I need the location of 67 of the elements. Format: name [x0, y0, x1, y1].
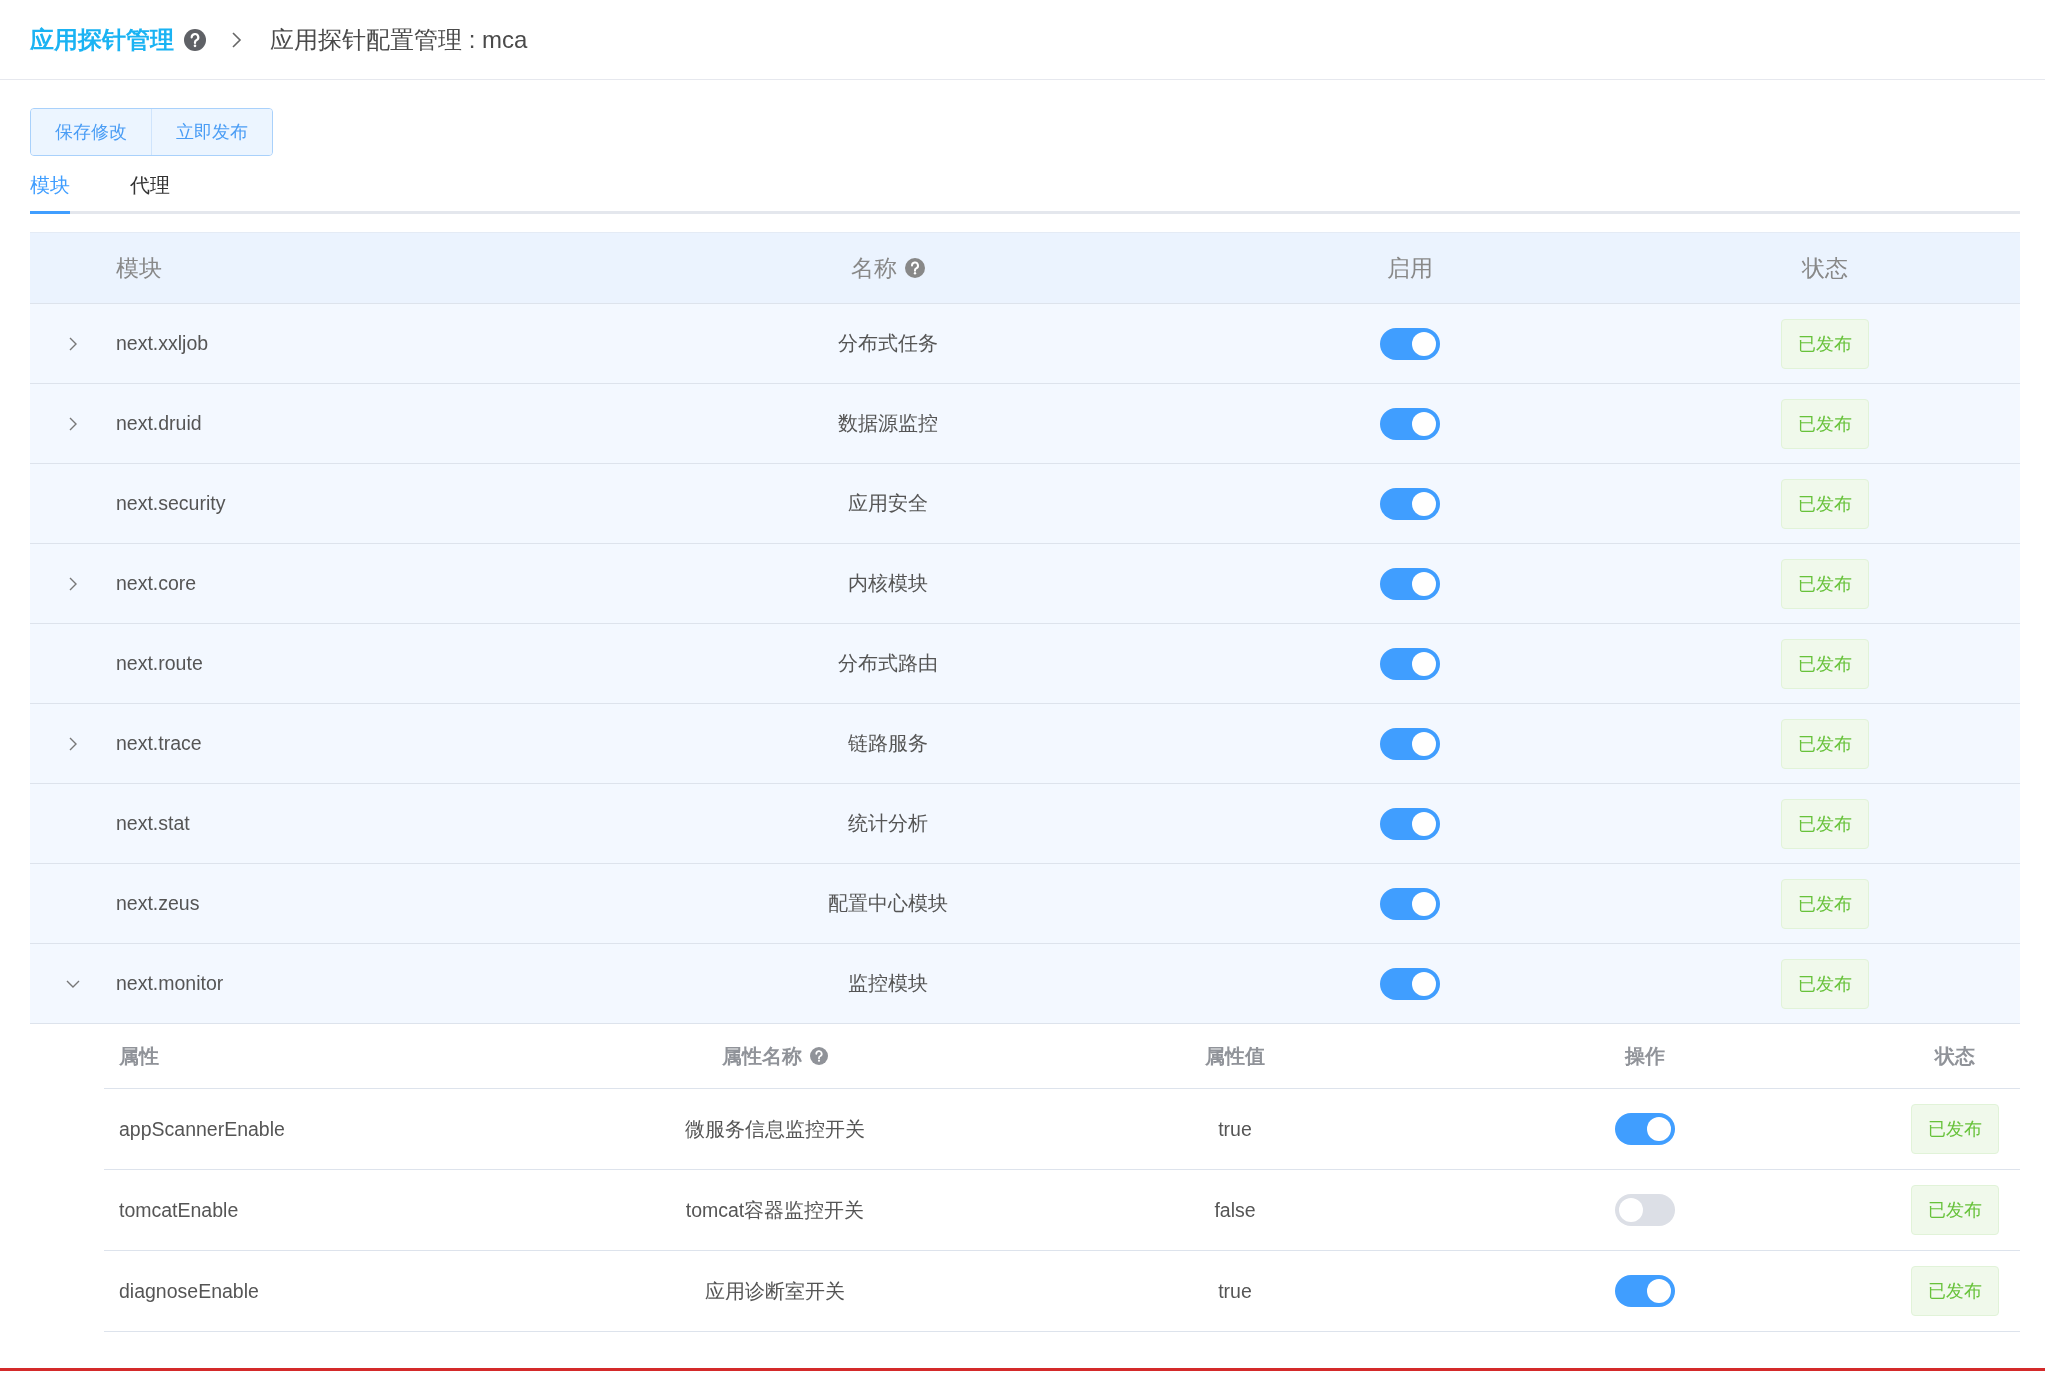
status-tag: 已发布 [1781, 718, 1869, 769]
table-cell: true [1218, 1117, 1252, 1141]
column-header: 操作 [1625, 1043, 1665, 1069]
toggle-switch[interactable] [1380, 887, 1440, 920]
status-tag: 已发布 [1781, 958, 1869, 1009]
toggle-switch[interactable] [1380, 967, 1440, 1000]
toggle-switch[interactable] [1380, 487, 1440, 520]
table-cell: next.route [116, 652, 203, 675]
status-tag: 已发布 [1781, 398, 1869, 449]
toggle-switch[interactable] [1380, 807, 1440, 840]
column-header: 属性 [119, 1043, 159, 1069]
status-tag: 已发布 [1911, 1185, 1999, 1235]
toggle-switch[interactable] [1380, 327, 1440, 360]
table-cell: appScannerEnable [119, 1117, 285, 1141]
table-cell-text: 链路服务 [848, 731, 928, 756]
status-tag: 已发布 [1911, 1104, 1999, 1154]
table-cell-text: 分布式路由 [838, 651, 938, 676]
table-cell: false [1214, 1198, 1256, 1222]
table-cell-text: 配置中心模块 [828, 891, 948, 916]
column-header: 属性值 [1205, 1043, 1265, 1069]
column-header: 启用 [1387, 253, 1433, 283]
toggle-switch[interactable] [1380, 647, 1440, 680]
table-cell: diagnoseEnable [119, 1279, 259, 1303]
status-tag: 已发布 [1781, 478, 1869, 529]
table-cell: true [1218, 1279, 1252, 1303]
toggle-switch[interactable] [1615, 1275, 1675, 1307]
table-cell-text: 应用安全 [848, 491, 928, 516]
toggle-switch[interactable] [1380, 727, 1440, 760]
table-cell: next.zeus [116, 892, 200, 915]
table-cell-text: 微服务信息监控开关 [685, 1116, 865, 1142]
status-tag: 已发布 [1781, 798, 1869, 849]
action-button[interactable]: 立即发布 [151, 109, 272, 155]
table-cell: next.security [116, 492, 226, 515]
table-cell-text: 应用诊断室开关 [705, 1278, 845, 1304]
breadcrumb-link[interactable]: 应用探针管理 [30, 23, 174, 56]
tab[interactable]: 代理 [130, 172, 170, 214]
table-cell: next.trace [116, 732, 202, 755]
status-tag: 已发布 [1781, 878, 1869, 929]
table-cell-text: 分布式任务 [838, 331, 938, 356]
table-cell-text: 数据源监控 [838, 411, 938, 436]
toggle-switch[interactable] [1380, 407, 1440, 440]
status-tag: 已发布 [1911, 1266, 1999, 1316]
page-title: 应用探针配置管理 : mca [270, 24, 528, 55]
tab[interactable]: 模块 [30, 172, 70, 214]
column-header: 状态 [1802, 253, 1848, 283]
column-header: 模块 [116, 253, 162, 283]
column-header: 属性名称 [722, 1043, 802, 1069]
column-header: 名称 [851, 253, 897, 283]
table-cell-text: tomcat容器监控开关 [685, 1197, 865, 1223]
help-icon [184, 28, 206, 51]
toggle-switch[interactable] [1380, 567, 1440, 600]
table-cell: tomcatEnable [119, 1198, 239, 1222]
toggle-switch[interactable] [1615, 1113, 1675, 1145]
status-tag: 已发布 [1781, 318, 1869, 369]
chevron-right-icon [230, 29, 244, 50]
table-cell: next.core [116, 572, 197, 595]
table-cell: next.stat [116, 812, 190, 835]
status-tag: 已发布 [1781, 558, 1869, 609]
table-cell: next.xxljob [116, 332, 209, 355]
status-tag: 已发布 [1781, 638, 1869, 689]
table-cell: next.monitor [116, 972, 224, 995]
table-cell: next.druid [116, 412, 202, 435]
table-cell-text: 监控模块 [848, 971, 928, 996]
toggle-switch[interactable] [1615, 1194, 1675, 1226]
table-cell-text: 内核模块 [848, 571, 928, 596]
column-header: 状态 [1935, 1043, 1975, 1069]
table-cell-text: 统计分析 [848, 811, 928, 836]
